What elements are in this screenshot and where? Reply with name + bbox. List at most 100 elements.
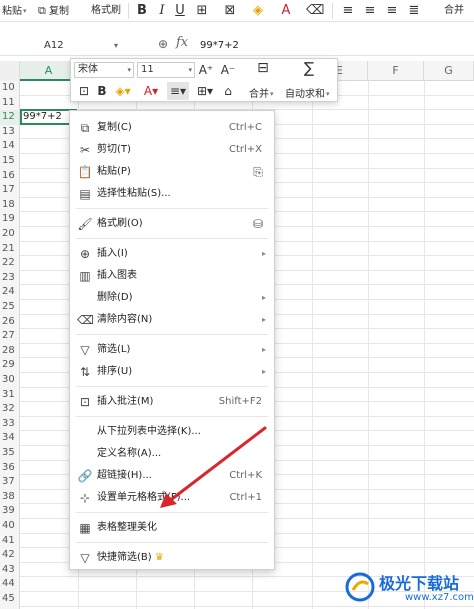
zoom-icon[interactable]: ⊕	[158, 37, 168, 51]
align-right-button[interactable]: ≡	[384, 0, 400, 22]
fill-bucket-icon[interactable]: ◈▾	[113, 82, 133, 100]
border-icon[interactable]: ⊞▾	[195, 82, 215, 100]
row-header[interactable]: 16	[0, 168, 20, 184]
align-center-button[interactable]: ≡	[362, 0, 378, 22]
align-left-button[interactable]: ≡	[340, 0, 356, 22]
paste-option-icon[interactable]: ⎘	[250, 164, 266, 180]
menu-item-clear-contents[interactable]: ⌫ 清除内容(N) ▸	[70, 309, 274, 331]
row-header[interactable]: 20	[0, 227, 20, 242]
fill-color-button[interactable]: ◈	[250, 0, 266, 22]
menu-item-copy[interactable]: ⧉ 复制(C) Ctrl+C	[70, 117, 274, 139]
row-header[interactable]: 23	[0, 270, 20, 286]
menu-item-cut[interactable]: ✂ 剪切(T) Ctrl+X	[70, 139, 274, 161]
menu-item-filter[interactable]: ▽ 筛选(L) ▸	[70, 339, 274, 361]
menu-item-format-painter[interactable]: 🖌 格式刷(O) ⛁	[70, 213, 274, 235]
paste-button[interactable]: 粘贴▾	[2, 0, 27, 22]
row-header[interactable]: 32	[0, 402, 20, 417]
bold-button[interactable]: B	[134, 0, 150, 22]
row-header[interactable]: 44	[0, 577, 20, 592]
row-header[interactable]: 39	[0, 504, 20, 519]
column-header-f[interactable]: F	[368, 61, 424, 81]
italic-button[interactable]: I	[154, 0, 170, 22]
row-header[interactable]: 21	[0, 241, 20, 257]
row-header[interactable]: 35	[0, 446, 20, 461]
menu-item-insert-comment[interactable]: ⊡ 插入批注(M) Shift+F2	[70, 391, 274, 413]
menu-item-sort[interactable]: ⇅ 排序(U) ▸	[70, 361, 274, 383]
name-box[interactable]: A12 ▾	[20, 37, 120, 54]
fx-icon[interactable]: fx	[176, 35, 188, 50]
row-header[interactable]: 38	[0, 489, 20, 505]
row-header[interactable]: 31	[0, 387, 20, 403]
menu-item-insert-chart[interactable]: ▥ 插入图表	[70, 265, 274, 287]
row-header[interactable]: 25	[0, 300, 20, 315]
row-header[interactable]: 24	[0, 285, 20, 300]
sigma-icon[interactable]: ∑	[297, 59, 321, 77]
row-header[interactable]: 45	[0, 592, 20, 607]
merge-icon[interactable]: ⊟	[251, 59, 275, 77]
font-family-select[interactable]: 宋体 ▾	[74, 62, 134, 78]
row-header[interactable]: 19	[0, 212, 20, 227]
row-header[interactable]: 30	[0, 373, 20, 388]
menu-item-quick-filter[interactable]: ▽ 快捷筛选(B) ♛	[70, 547, 274, 569]
font-size-select[interactable]: 11 ▾	[137, 62, 195, 78]
cell-style-button[interactable]: ⊠	[222, 0, 238, 22]
row-header[interactable]: 34	[0, 431, 20, 446]
row-header[interactable]: 36	[0, 460, 20, 476]
align-icon[interactable]: ≡▾	[167, 82, 189, 100]
submenu-arrow-icon: ▸	[261, 367, 266, 376]
row-header[interactable]: 28	[0, 343, 20, 359]
row-header[interactable]: 40	[0, 519, 20, 534]
align-left-icon: ≡	[342, 3, 354, 18]
row-header[interactable]: 14	[0, 139, 20, 154]
row-header[interactable]: 10	[0, 81, 20, 96]
row-header[interactable]: 27	[0, 329, 20, 344]
menu-item-define-name[interactable]: 定义名称(A)...	[70, 443, 274, 465]
autosum-button[interactable]: 自动求和▾	[285, 85, 330, 100]
menu-item-pick-from-list[interactable]: 从下拉列表中选择(K)...	[70, 421, 274, 443]
row-header[interactable]: 12	[0, 110, 20, 125]
menu-item-delete[interactable]: 删除(D) ▸	[70, 287, 274, 309]
merge-button[interactable]: 合并▾	[249, 85, 274, 100]
format-painter-button[interactable]: 格式刷	[91, 0, 121, 22]
row-header[interactable]: 42	[0, 548, 20, 563]
format-painter-option-icon[interactable]: ⛁	[250, 216, 266, 232]
format-painter-label: 格式刷	[91, 5, 121, 16]
row-header[interactable]: 33	[0, 416, 20, 432]
format-icon[interactable]: ⊡	[77, 82, 91, 100]
row-header[interactable]: 22	[0, 256, 20, 271]
menu-item-beautify-table[interactable]: ▦ 表格整理美化	[70, 517, 274, 539]
row-header[interactable]: 29	[0, 358, 20, 373]
row-header[interactable]: 43	[0, 562, 20, 578]
justify-icon: ≣	[408, 3, 420, 18]
font-color-icon[interactable]: A▾	[141, 82, 161, 100]
menu-item-paste-special[interactable]: ▤ 选择性粘贴(S)...	[70, 183, 274, 205]
menu-item-insert[interactable]: ⊕ 插入(I) ▸	[70, 243, 274, 265]
clear-format-button[interactable]: ⌫	[306, 0, 324, 22]
formula-input[interactable]: 99*7+2	[200, 37, 239, 54]
increase-font-button[interactable]: A⁺	[197, 61, 215, 79]
row-header[interactable]: 15	[0, 154, 20, 169]
row-header[interactable]: 17	[0, 183, 20, 198]
row-header[interactable]: 18	[0, 197, 20, 213]
bold-button[interactable]: B	[95, 82, 109, 100]
border-button[interactable]: ⊞	[194, 0, 210, 22]
row-header[interactable]: 41	[0, 533, 20, 549]
row-header[interactable]: 13	[0, 124, 20, 140]
mini-toolbar: 宋体 ▾ 11 ▾ A⁺ A⁻ ⊡ B ◈▾ A▾ ≡▾ ⊞▾ ⌂ ⊟ 合并▾ ∑ …	[70, 58, 338, 102]
column-header-g[interactable]: G	[424, 61, 474, 81]
decrease-font-button[interactable]: A⁻	[219, 61, 237, 79]
merge-label: 合并	[249, 89, 269, 100]
copy-button[interactable]: ⧉ 复制	[38, 0, 69, 22]
merge-button[interactable]: 合并	[444, 0, 464, 22]
clear-icon[interactable]: ⌂	[221, 82, 235, 100]
menu-item-paste[interactable]: 📋 粘贴(P) ⎘	[70, 161, 274, 183]
row-header[interactable]: 37	[0, 475, 20, 490]
menu-item-hyperlink[interactable]: 🔗 超链接(H)... Ctrl+K	[70, 465, 274, 487]
menu-item-format-cells[interactable]: ⊹ 设置单元格格式(F)... Ctrl+1	[70, 487, 274, 509]
row-header[interactable]: 11	[0, 95, 20, 111]
underline-button[interactable]: U	[172, 0, 188, 22]
font-color-button[interactable]: A	[278, 0, 294, 22]
justify-button[interactable]: ≣	[406, 0, 422, 22]
select-all-corner[interactable]	[0, 61, 20, 81]
row-header[interactable]: 26	[0, 314, 20, 330]
